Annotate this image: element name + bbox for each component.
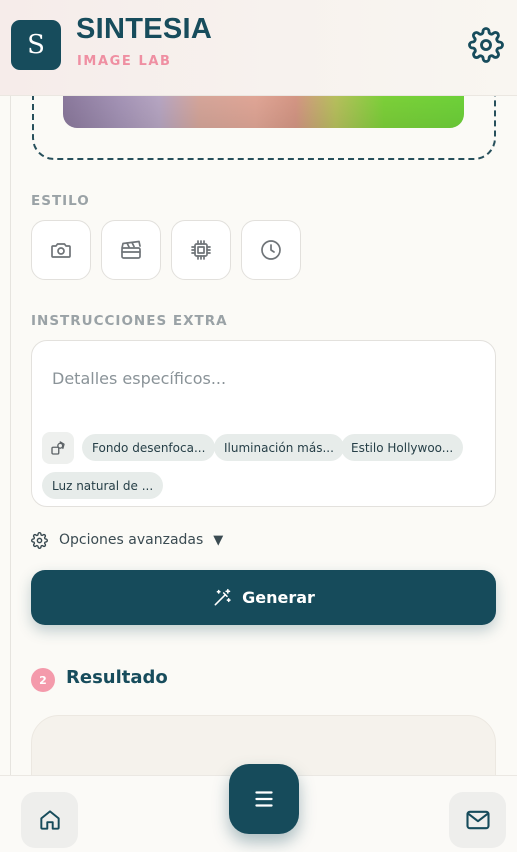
- shapes-icon: [51, 441, 65, 455]
- advanced-options-label: Opciones avanzadas: [59, 532, 204, 548]
- magic-wand-icon: [214, 588, 231, 605]
- mail-icon: [465, 810, 490, 830]
- style-option-vintage[interactable]: [241, 220, 301, 280]
- clapperboard-icon: [121, 240, 141, 259]
- hamburger-icon: [255, 791, 273, 807]
- generate-button[interactable]: Generar: [31, 570, 496, 625]
- suggestion-chip[interactable]: Iluminación más...: [214, 434, 344, 461]
- advanced-options-toggle[interactable]: Opciones avanzadas ▼: [31, 529, 223, 551]
- suggestion-chip[interactable]: Fondo desenfoca...: [82, 434, 216, 461]
- app-title: SINTESIA: [76, 13, 213, 45]
- generate-button-label: Generar: [242, 588, 315, 607]
- style-section-label: ESTILO: [31, 193, 90, 209]
- home-icon: [39, 810, 60, 830]
- suggestion-chip[interactable]: Luz natural de ...: [42, 472, 164, 499]
- chip-icon: [191, 240, 211, 260]
- menu-button[interactable]: [229, 764, 299, 834]
- step-badge: 2: [31, 668, 55, 692]
- home-button[interactable]: [21, 792, 78, 848]
- style-option-digital[interactable]: [171, 220, 231, 280]
- instructions-input[interactable]: [52, 365, 472, 391]
- settings-button[interactable]: [468, 27, 504, 63]
- clock-icon: [261, 240, 281, 260]
- app-logo: S: [11, 20, 61, 70]
- left-edge-divider: [10, 0, 11, 852]
- instructions-section-label: INSTRUCCIONES EXTRA: [31, 313, 228, 329]
- gear-icon: [31, 531, 48, 549]
- suggestion-chip[interactable]: Estilo Hollywoo...: [341, 434, 464, 461]
- camera-icon: [51, 243, 71, 258]
- gear-icon: [468, 27, 504, 63]
- messages-button[interactable]: [449, 792, 506, 848]
- result-title: Resultado: [66, 667, 168, 688]
- suggestions-button[interactable]: [42, 432, 74, 464]
- style-option-photo[interactable]: [31, 220, 91, 280]
- app-header: S SINTESIA IMAGE LAB: [0, 0, 517, 96]
- chevron-down-icon: ▼: [213, 532, 224, 548]
- app-subtitle: IMAGE LAB: [77, 54, 172, 69]
- instructions-card: Fondo desenfoca... Iluminación más... Es…: [31, 340, 496, 507]
- logo-letter: S: [27, 30, 45, 60]
- style-option-cinematic[interactable]: [101, 220, 161, 280]
